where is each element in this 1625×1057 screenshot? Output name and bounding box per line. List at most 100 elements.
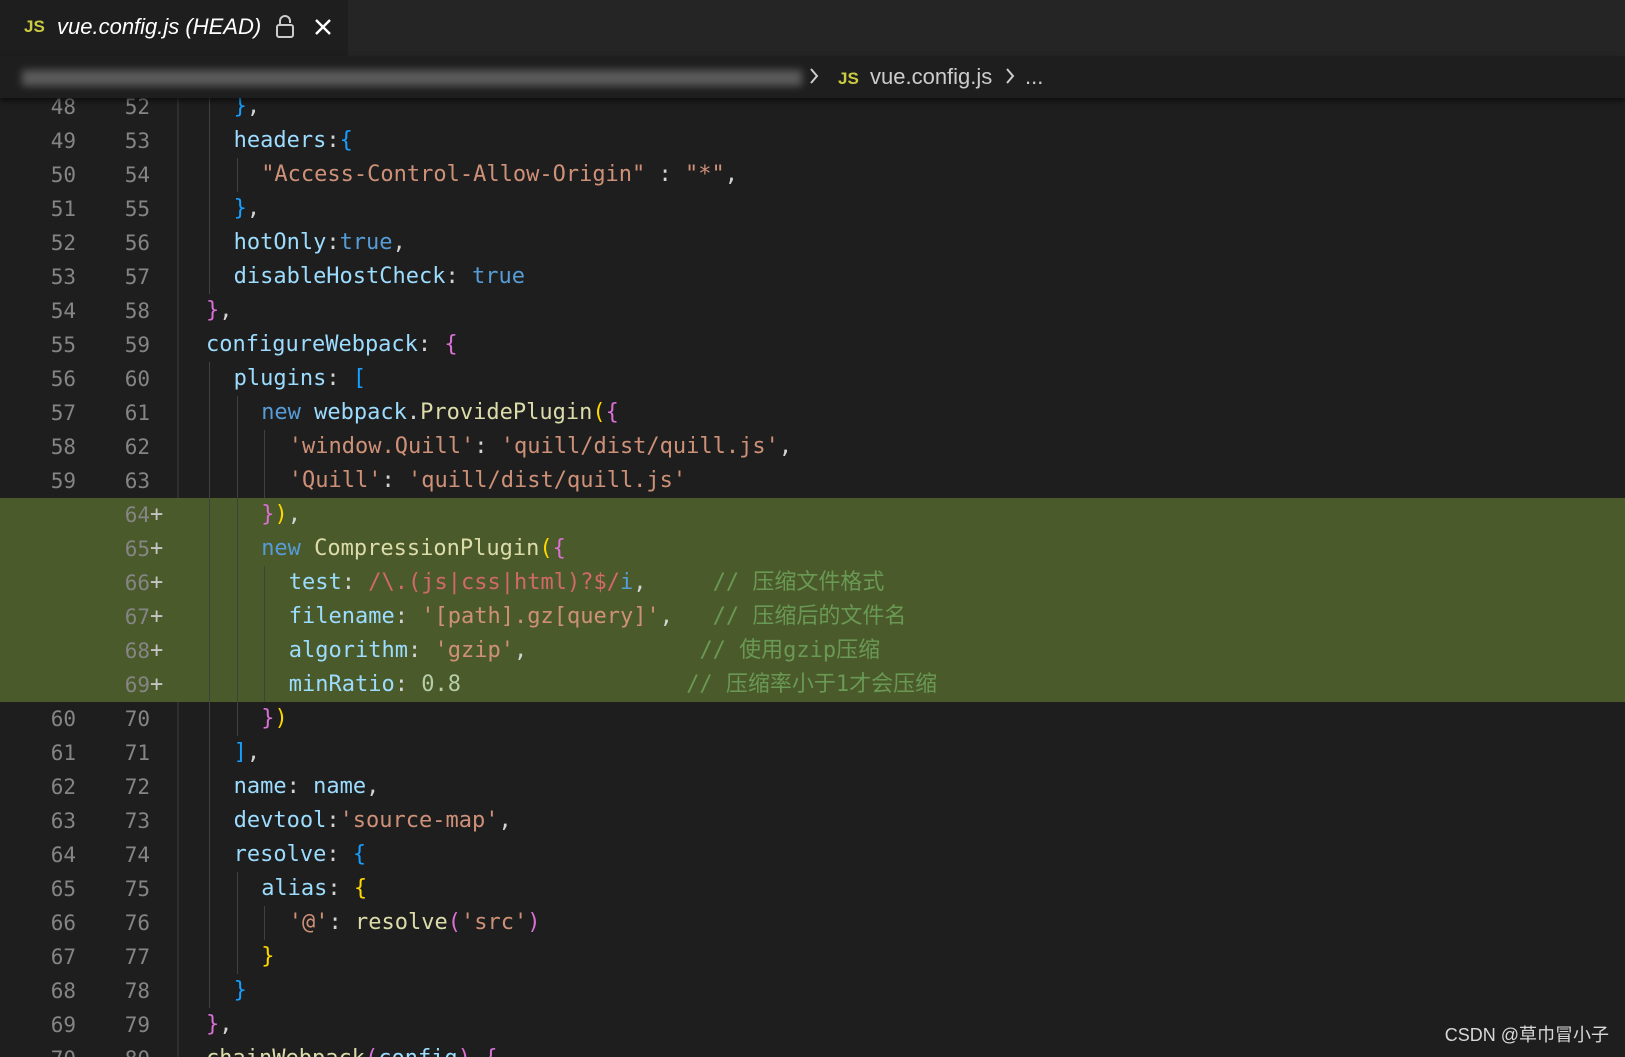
code-text[interactable]: '@': resolve('src') [289, 906, 541, 940]
diff-line[interactable]: 51 55}, [0, 192, 1625, 226]
code-text[interactable]: configureWebpack: { [206, 328, 458, 362]
editor-window: JS vue.config.js (HEAD) JS vue.config.js… [0, 0, 1625, 1057]
tab-title[interactable]: vue.config.js (HEAD) [57, 14, 261, 40]
code-text[interactable]: }), [261, 498, 301, 532]
code-text[interactable]: } [234, 974, 247, 1008]
code-text[interactable]: disableHostCheck: true [234, 260, 525, 294]
indent-guide [209, 736, 210, 770]
indent-guide [236, 464, 238, 498]
indent-guide [209, 974, 210, 1008]
diff-line[interactable]: 67 77} [0, 940, 1625, 974]
diff-line[interactable]: 63 73 devtool:'source-map', [0, 804, 1625, 838]
code-text[interactable]: alias: { [261, 872, 367, 906]
tab-vue-config[interactable]: JS vue.config.js (HEAD) [0, 0, 348, 56]
code-text[interactable]: minRatio: 0.8 // 压缩率小于1才会压缩 [289, 668, 937, 702]
close-icon[interactable] [312, 14, 334, 40]
code-text[interactable]: new CompressionPlugin({ [261, 532, 566, 566]
diff-line-added[interactable]: 69 + minRatio: 0.8 // 压缩率小于1才会压缩 [0, 668, 1625, 702]
code-text[interactable]: devtool:'source-map', [234, 804, 512, 838]
diff-line[interactable]: 54 58}, [0, 294, 1625, 328]
diff-line[interactable]: 61 71], [0, 736, 1625, 770]
tab-bar: JS vue.config.js (HEAD) [0, 0, 1625, 56]
code-text[interactable]: } [261, 940, 274, 974]
diff-editor[interactable]: 48 52}, 49 53 headers:{50 54 "Access-Control-A… [0, 90, 1625, 1057]
code-text[interactable]: }) [261, 702, 288, 736]
diff-line-added[interactable]: 65 + new CompressionPlugin({ [0, 532, 1625, 566]
code-token: , [219, 298, 233, 323]
diff-line-added[interactable]: 66 + test: /\.(js|css|html)?$/i, // 压缩文件格式 [0, 566, 1625, 600]
code-text[interactable]: }, [234, 192, 261, 226]
code-token: } [206, 298, 220, 323]
code-token: , [366, 774, 380, 799]
diff-line-added[interactable]: 64 +}), [0, 498, 1625, 532]
diff-line[interactable]: 49 53 headers:{ [0, 124, 1625, 158]
line-number-modified: 72 [124, 775, 150, 799]
line-number-modified: 71 [124, 741, 150, 765]
code-text[interactable]: }, [206, 1008, 233, 1042]
code-token: devtool [233, 808, 327, 833]
code-text[interactable]: hotOnly:true, [234, 226, 406, 260]
diff-line-added[interactable]: 67 + filename: '[path].gz[query]', // 压缩后的… [0, 600, 1625, 634]
diff-line[interactable]: 68 78} [0, 974, 1625, 1008]
line-number-original: 53 [50, 265, 76, 289]
diff-line[interactable]: 58 62 'window.Quill': 'quill/dist/quill.js… [0, 430, 1625, 464]
code-text[interactable]: }, [206, 294, 233, 328]
diff-line[interactable]: 70 80 chainWebpack(config) { [0, 1042, 1625, 1057]
breadcrumb-file[interactable]: vue.config.js [870, 64, 992, 90]
line-number-modified: 68 [124, 639, 150, 663]
indent-guide [264, 430, 266, 464]
code-text[interactable]: headers:{ [234, 124, 353, 158]
line-number-modified: 69 [124, 673, 150, 697]
line-number-original: 49 [50, 129, 76, 153]
code-token: 'quill/dist/quill.js' [500, 434, 779, 459]
code-text[interactable]: ], [234, 736, 261, 770]
line-number-original: 52 [50, 231, 76, 255]
code-text[interactable]: algorithm: 'gzip', // 使用gzip压缩 [289, 634, 880, 668]
code-text[interactable]: test: /\.(js|css|html)?$/i, // 压缩文件格式 [289, 566, 885, 600]
diff-line[interactable]: 50 54 "Access-Control-Allow-Origin" : "*", [0, 158, 1625, 192]
code-token: name [233, 774, 287, 799]
diff-line[interactable]: 55 59 configureWebpack: { [0, 328, 1625, 362]
code-token: webpack [314, 400, 407, 425]
code-token: : [445, 264, 473, 289]
code-token: : [328, 910, 356, 935]
code-token: } [206, 1012, 220, 1037]
code-token: ( [447, 910, 462, 935]
added-marker-icon: + [150, 502, 164, 527]
line-number-modified: 55 [124, 197, 150, 221]
code-token: , [219, 1012, 233, 1037]
indent-guide [209, 124, 210, 158]
code-token: , [287, 502, 301, 527]
code-text[interactable]: resolve: { [234, 838, 366, 872]
indent-guide [209, 498, 210, 532]
indent-guide [209, 940, 210, 974]
code-text[interactable]: chainWebpack(config) { [206, 1042, 497, 1057]
line-number-original: 65 [50, 877, 76, 901]
code-token: : [286, 774, 314, 799]
code-text[interactable]: new webpack.ProvidePlugin({ [261, 396, 619, 430]
diff-line[interactable]: 56 60 plugins: [ [0, 362, 1625, 396]
code-text[interactable]: plugins: [ [234, 362, 366, 396]
code-text[interactable]: filename: '[path].gz[query]', // 压缩后的文件名 [289, 600, 907, 634]
diff-line[interactable]: 64 74 resolve: { [0, 838, 1625, 872]
code-text[interactable]: name: name, [234, 770, 380, 804]
diff-line[interactable]: 53 57 disableHostCheck: true [0, 260, 1625, 294]
diff-line[interactable]: 66 76 '@': resolve('src') [0, 906, 1625, 940]
diff-line-added[interactable]: 68 + algorithm: 'gzip', // 使用gzip压缩 [0, 634, 1625, 668]
code-text[interactable]: "Access-Control-Allow-Origin" : "*", [261, 158, 738, 192]
diff-line[interactable]: 69 79}, [0, 1008, 1625, 1042]
code-text[interactable]: 'window.Quill': 'quill/dist/quill.js', [289, 430, 792, 464]
indent-guide [236, 600, 238, 634]
diff-line[interactable]: 57 61 new webpack.ProvidePlugin({ [0, 396, 1625, 430]
diff-line[interactable]: 65 75 alias: { [0, 872, 1625, 906]
code-token: : [326, 230, 340, 255]
line-number-original: 55 [50, 333, 76, 357]
breadcrumb-more[interactable]: ... [1025, 64, 1043, 90]
lock-icon [276, 15, 294, 38]
diff-line[interactable]: 62 72 name: name, [0, 770, 1625, 804]
diff-line[interactable]: 60 70}) [0, 702, 1625, 736]
code-token: headers [233, 128, 327, 153]
diff-line[interactable]: 59 63 'Quill': 'quill/dist/quill.js' [0, 464, 1625, 498]
diff-line[interactable]: 52 56 hotOnly:true, [0, 226, 1625, 260]
code-text[interactable]: 'Quill': 'quill/dist/quill.js' [289, 464, 686, 498]
